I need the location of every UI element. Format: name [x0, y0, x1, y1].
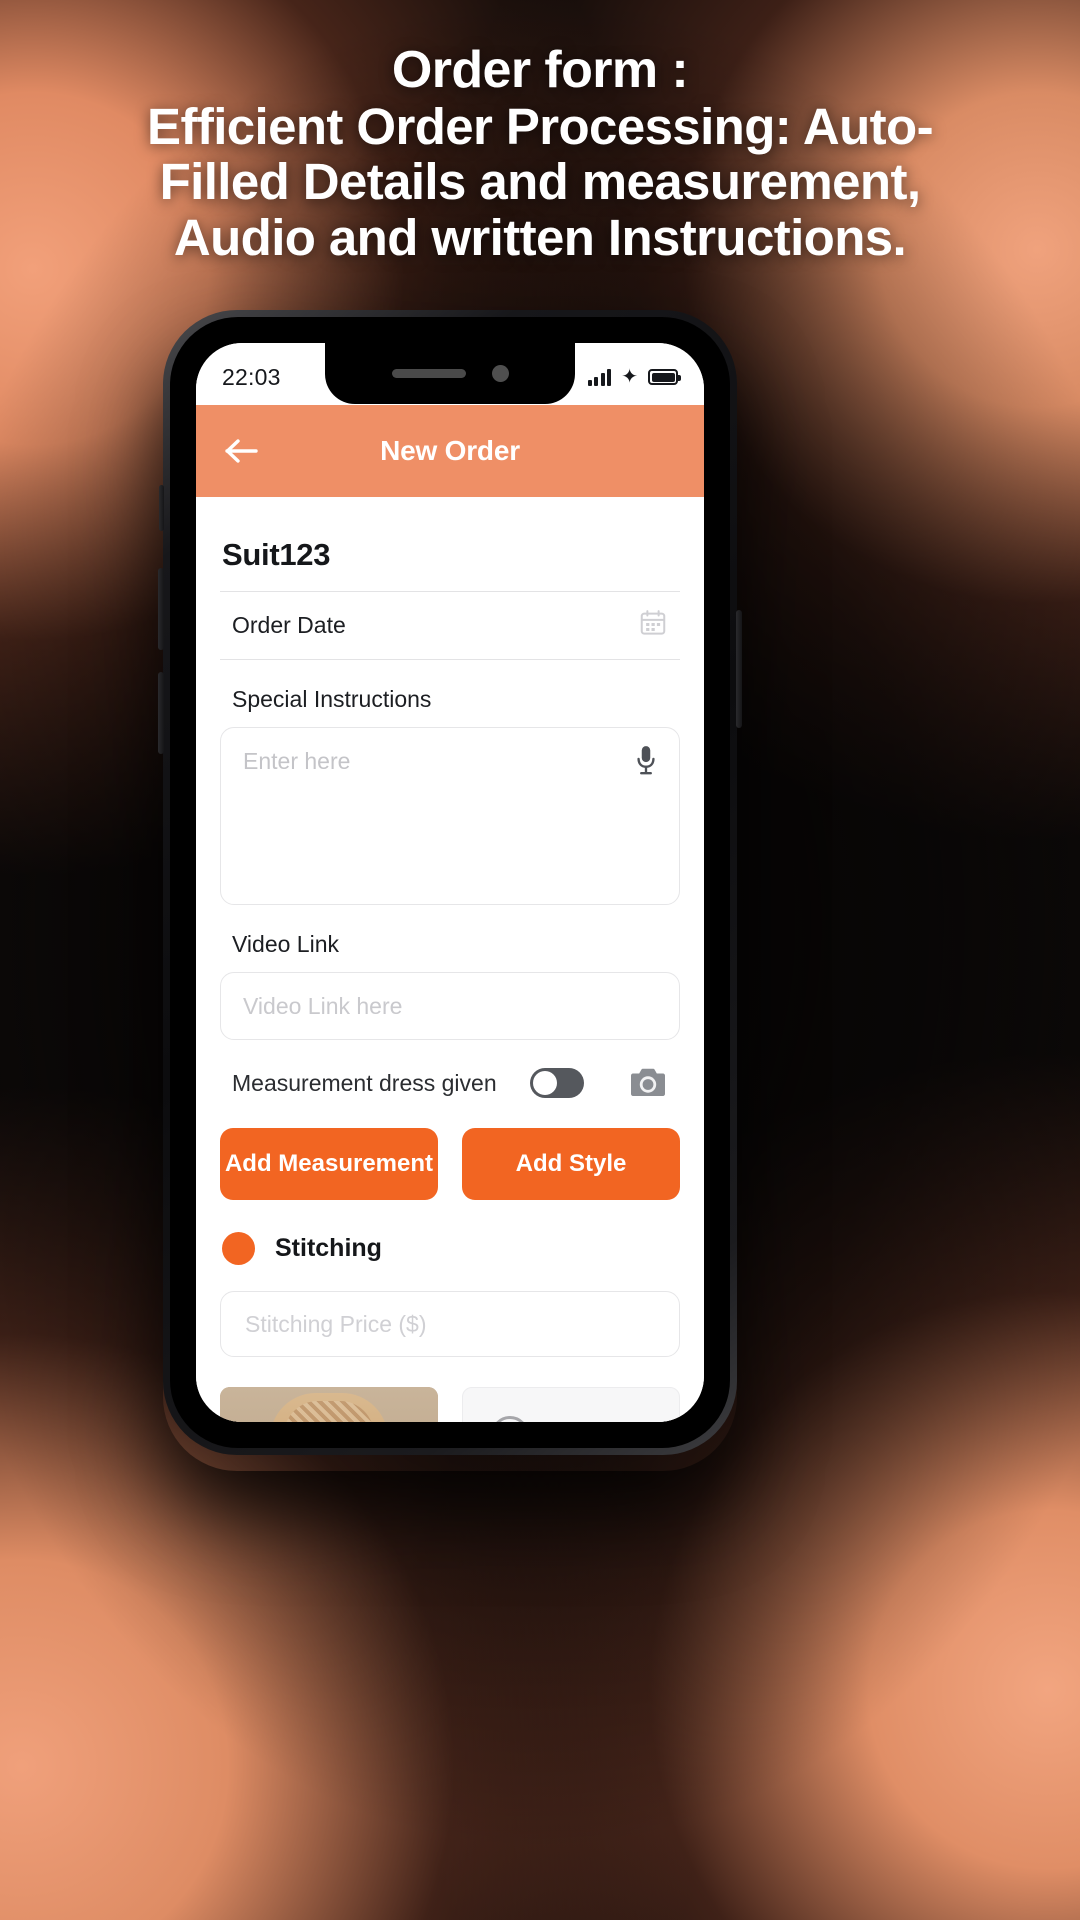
plus-icon[interactable]: + — [490, 1416, 529, 1422]
add-photo-tile[interactable]: + — [461, 1387, 680, 1422]
photo-gallery-row: + — [220, 1357, 680, 1422]
stitching-price-placeholder: Stitching Price ($) — [245, 1310, 427, 1337]
status-bar-time: 22:03 — [222, 363, 281, 390]
video-link-placeholder: Video Link here — [243, 992, 403, 1019]
video-link-input[interactable]: Video Link here — [220, 972, 680, 1040]
order-name-title: Suit123 — [222, 537, 331, 572]
stitching-option-row[interactable]: Stitching — [220, 1200, 680, 1291]
headline-line-4: Audio and written Instructions. — [173, 208, 907, 266]
special-instructions-label: Special Instructions — [232, 686, 432, 712]
calendar-icon[interactable] — [638, 608, 668, 643]
order-date-field[interactable]: Order Date — [220, 591, 680, 660]
measurement-dress-label: Measurement dress given — [232, 1069, 497, 1096]
stitching-price-input[interactable]: Stitching Price ($) — [220, 1291, 680, 1357]
phone-mute-switch[interactable] — [159, 485, 164, 531]
microphone-icon[interactable] — [633, 744, 659, 783]
headline-line-1: Order form : — [391, 41, 689, 99]
earpiece-speaker-icon — [391, 368, 466, 378]
measurement-dress-toggle[interactable] — [530, 1068, 584, 1098]
camera-icon[interactable] — [628, 1066, 668, 1100]
app-bar: New Order — [196, 405, 704, 497]
add-style-button[interactable]: Add Style — [462, 1128, 680, 1200]
page-headline: Order form : Efficient Order Processing:… — [0, 42, 1080, 265]
signal-bars-icon — [587, 368, 612, 386]
stitching-radio-selected[interactable] — [222, 1232, 255, 1265]
sparkle-icon: ✦ — [621, 366, 638, 388]
video-link-label: Video Link — [232, 931, 339, 957]
phone-volume-down-button[interactable] — [158, 672, 164, 754]
app-bar-title: New Order — [380, 435, 520, 466]
add-measurement-button[interactable]: Add Measurement — [220, 1128, 438, 1200]
special-instructions-input[interactable]: Enter here — [220, 727, 680, 905]
battery-full-icon — [648, 369, 681, 385]
special-instructions-placeholder: Enter here — [243, 748, 351, 774]
action-buttons-row: Add Measurement Add Style — [220, 1122, 680, 1200]
status-bar-icons: ✦ — [587, 366, 681, 388]
phone-screen: 22:03 ✦ New Order Suit123 Order Date Spe… — [196, 343, 704, 1422]
phone-power-button[interactable] — [736, 610, 742, 728]
order-date-label: Order Date — [232, 612, 346, 638]
order-form-content: Suit123 Order Date Special Instructions … — [196, 497, 704, 1422]
headline-line-2: Efficient Order Processing: Auto- — [147, 97, 934, 155]
front-camera-icon — [491, 364, 509, 382]
phone-notch — [325, 343, 575, 404]
uploaded-photo-thumbnail[interactable] — [220, 1387, 438, 1422]
phone-body: 22:03 ✦ New Order Suit123 Order Date Spe… — [158, 310, 742, 1455]
arrow-left-icon[interactable] — [220, 429, 264, 473]
stitching-label: Stitching — [275, 1234, 382, 1262]
phone-mockup: 22:03 ✦ New Order Suit123 Order Date Spe… — [158, 310, 742, 1455]
headline-line-3: Filled Details and measurement, — [159, 153, 921, 211]
measurement-dress-row: Measurement dress given — [220, 1040, 680, 1122]
phone-volume-up-button[interactable] — [158, 568, 164, 650]
phone-bezel: 22:03 ✦ New Order Suit123 Order Date Spe… — [170, 317, 730, 1448]
